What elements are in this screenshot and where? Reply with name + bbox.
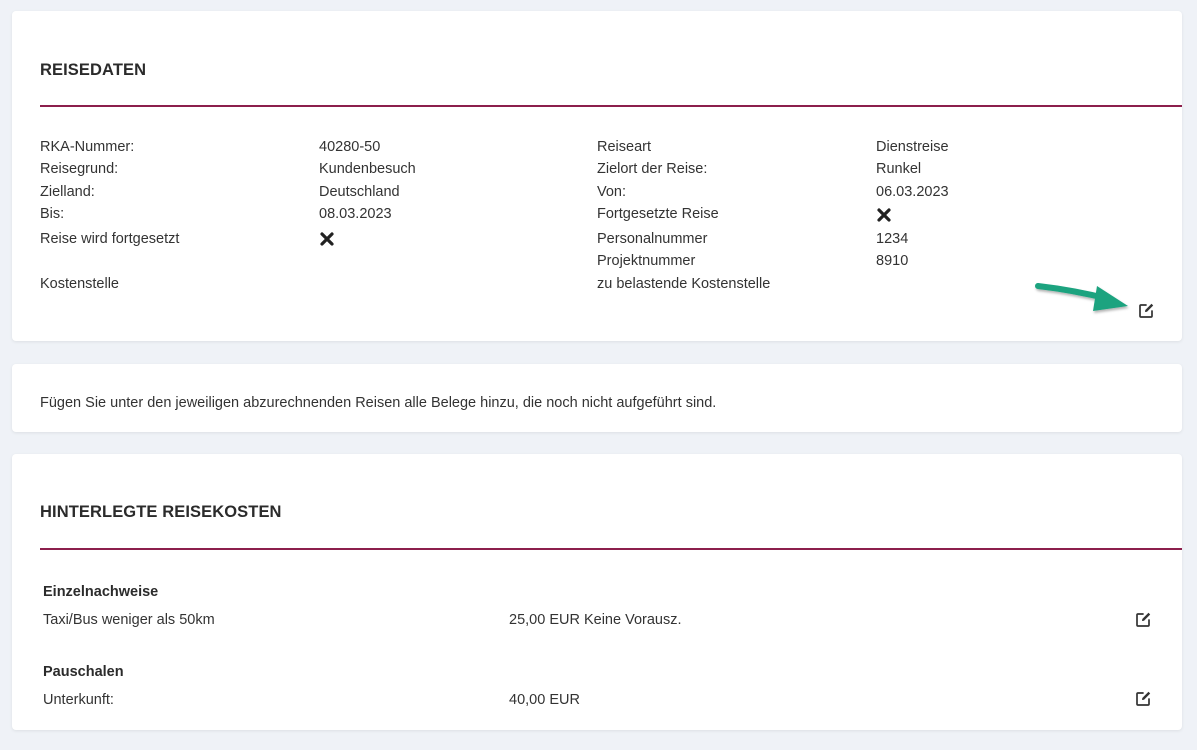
info-text: Fügen Sie unter den jeweiligen abzurechn…: [40, 395, 717, 411]
reisegrund-label: Reisegrund:: [40, 161, 119, 177]
unterkunft-label: Unterkunft:: [43, 692, 114, 708]
reiseart-value: Dienstreise: [876, 139, 949, 155]
projektnummer-value: 8910: [876, 253, 909, 269]
edit-icon[interactable]: [1137, 302, 1155, 320]
zielort-label: Zielort der Reise:: [597, 161, 708, 177]
taxi-bus-value: 25,00 EUR Keine Vorausz.: [509, 612, 682, 628]
einzelnachweise-heading: Einzelnachweise: [43, 584, 159, 600]
reise-wird-fortgesetzt-label: Reise wird fortgesetzt: [40, 231, 180, 247]
reisedaten-card: REISEDATEN RKA-Nummer: 40280-50 Reisegru…: [12, 11, 1182, 341]
personalnummer-value: 1234: [876, 231, 909, 247]
bis-value: 08.03.2023: [319, 206, 392, 222]
unterkunft-value: 40,00 EUR: [509, 692, 580, 708]
personalnummer-label: Personalnummer: [597, 231, 708, 247]
annotation-arrow-icon: [1035, 283, 1128, 311]
edit-icon[interactable]: [1134, 690, 1152, 708]
reisegrund-value: Kundenbesuch: [319, 161, 416, 177]
pauschalen-heading: Pauschalen: [43, 664, 124, 680]
rka-nummer-value: 40280-50: [319, 139, 381, 155]
reisekosten-card: HINTERLEGTE REISEKOSTEN Einzelnachweise …: [12, 454, 1182, 730]
x-mark-icon: [877, 208, 891, 222]
rka-nummer-label: RKA-Nummer:: [40, 139, 135, 155]
x-mark-icon: [320, 232, 334, 246]
bis-label: Bis:: [40, 206, 65, 222]
fortgesetzte-reise-label: Fortgesetzte Reise: [597, 206, 719, 222]
taxi-bus-label: Taxi/Bus weniger als 50km: [43, 612, 215, 628]
zielland-label: Zielland:: [40, 184, 95, 200]
info-card: Fügen Sie unter den jeweiligen abzurechn…: [12, 364, 1182, 432]
zielland-value: Deutschland: [319, 184, 400, 200]
projektnummer-label: Projektnummer: [597, 253, 696, 269]
von-value: 06.03.2023: [876, 184, 949, 200]
von-label: Von:: [597, 184, 627, 200]
edit-icon[interactable]: [1134, 611, 1152, 629]
section-divider: [40, 105, 1182, 107]
kostenstelle-label: Kostenstelle: [40, 276, 119, 292]
section-divider: [40, 548, 1182, 550]
reiseart-label: Reiseart: [597, 139, 651, 155]
reisekosten-title: HINTERLEGTE REISEKOSTEN: [40, 503, 282, 521]
reisedaten-title: REISEDATEN: [40, 61, 147, 79]
zu-belastende-kostenstelle-label: zu belastende Kostenstelle: [597, 276, 771, 292]
zielort-value: Runkel: [876, 161, 922, 177]
